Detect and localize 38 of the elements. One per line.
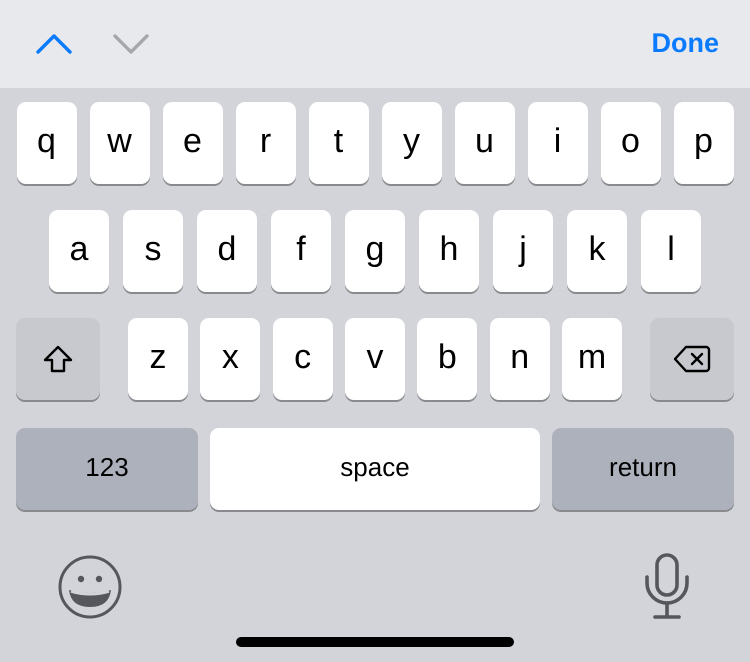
letter-key[interactable]: o xyxy=(600,102,660,184)
letter-key[interactable]: f xyxy=(271,210,331,292)
emoji-icon[interactable] xyxy=(58,555,122,619)
letter-key[interactable]: n xyxy=(490,318,550,400)
letter-key[interactable]: r xyxy=(236,102,296,184)
chevron-up-icon xyxy=(36,33,72,55)
letter-key[interactable]: v xyxy=(345,318,405,400)
shift-icon xyxy=(43,345,74,373)
delete-key[interactable] xyxy=(650,318,734,400)
numbers-key[interactable]: 123 xyxy=(16,428,198,510)
previous-button[interactable] xyxy=(36,33,72,55)
letter-key[interactable]: z xyxy=(128,318,188,400)
letter-key[interactable]: m xyxy=(562,318,622,400)
delete-icon xyxy=(672,345,711,373)
letter-key[interactable]: l xyxy=(641,210,701,292)
letter-key[interactable]: t xyxy=(308,102,368,184)
letter-key[interactable]: y xyxy=(382,102,442,184)
letter-key[interactable]: i xyxy=(528,102,588,184)
letter-key[interactable]: x xyxy=(200,318,260,400)
return-key[interactable]: return xyxy=(552,428,734,510)
letter-key[interactable]: g xyxy=(345,210,405,292)
letter-key[interactable]: q xyxy=(16,102,76,184)
letter-key[interactable]: k xyxy=(567,210,627,292)
letter-key[interactable]: h xyxy=(419,210,479,292)
letter-key[interactable]: w xyxy=(90,102,150,184)
letter-key[interactable]: e xyxy=(162,102,222,184)
space-bar[interactable]: space xyxy=(210,428,540,510)
shift-key[interactable] xyxy=(16,318,100,400)
letter-key[interactable]: b xyxy=(417,318,478,400)
letter-key[interactable]: j xyxy=(493,210,553,292)
letter-key[interactable]: c xyxy=(272,318,333,400)
letter-key[interactable]: d xyxy=(197,210,257,292)
letter-key[interactable]: u xyxy=(454,102,514,184)
chevron-down-icon xyxy=(113,33,149,55)
letter-key[interactable]: p xyxy=(674,102,734,184)
letter-key[interactable]: a xyxy=(49,210,109,292)
microphone-icon[interactable] xyxy=(644,553,690,621)
letter-key[interactable]: s xyxy=(123,210,183,292)
